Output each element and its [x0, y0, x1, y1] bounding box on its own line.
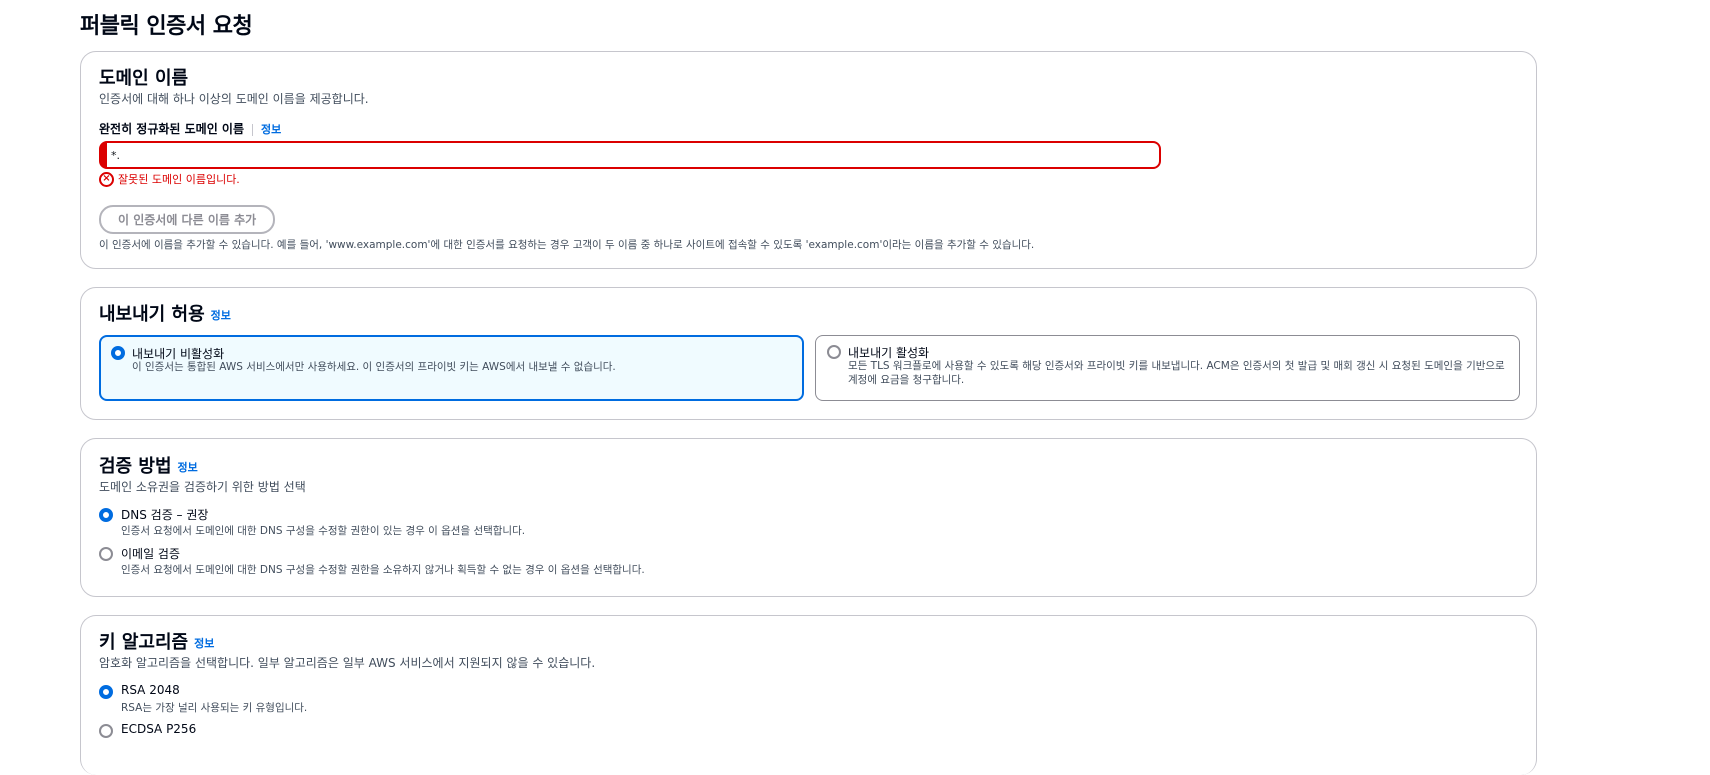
- request-public-certificate-page: 퍼블릭 인증서 요청 도메인 이름 인증서에 대해 하나 이상의 도메인 이름을…: [0, 0, 1710, 775]
- domain-name-heading: 도메인 이름: [99, 68, 189, 89]
- domain-error-text: 잘못된 도메인 이름입니다.: [118, 173, 240, 186]
- add-name-help-text: 이 인증서에 이름을 추가할 수 있습니다. 예를 들어, 'www.examp…: [99, 239, 1035, 251]
- fqdn-info-link[interactable]: 정보: [261, 123, 281, 136]
- error-circle-icon: ×: [99, 171, 114, 187]
- label-separator: [252, 123, 254, 136]
- rsa-2048-title[interactable]: RSA 2048: [121, 683, 180, 697]
- validation-method-heading-text: 검증 방법: [99, 456, 172, 477]
- export-enable-radio[interactable]: [827, 345, 841, 359]
- email-validation-radio[interactable]: [99, 547, 113, 561]
- key-algorithm-panel: 키 알고리즘 정보 암호화 알고리즘을 선택합니다. 일부 알고리즘은 일부 AW…: [80, 615, 1537, 775]
- allow-export-panel: 내보내기 허용 정보 내보내기 비활성화 이 인증서는 통합된 AWS 서비스에서…: [80, 287, 1537, 420]
- domain-error-message: × 잘못된 도메인 이름입니다.: [99, 171, 240, 187]
- allow-export-heading: 내보내기 허용 정보: [99, 300, 231, 326]
- key-algorithm-description: 암호화 알고리즘을 선택합니다. 일부 알고리즘은 일부 AWS 서비스에서 지…: [99, 656, 596, 670]
- key-algorithm-heading: 키 알고리즘 정보: [99, 628, 214, 654]
- key-algorithm-info-link[interactable]: 정보: [194, 637, 214, 650]
- rsa-2048-radio[interactable]: [99, 685, 113, 699]
- ecdsa-p256-radio[interactable]: [99, 724, 113, 738]
- fqdn-label-text: 완전히 정규화된 도메인 이름: [99, 122, 245, 136]
- domain-name-description: 인증서에 대해 하나 이상의 도메인 이름을 제공합니다.: [99, 92, 369, 106]
- allow-export-info-link[interactable]: 정보: [211, 309, 231, 322]
- add-another-name-button[interactable]: 이 인증서에 다른 이름 추가: [99, 205, 276, 234]
- export-disable-tile[interactable]: 내보내기 비활성화 이 인증서는 통합된 AWS 서비스에서만 사용하세요. 이…: [99, 335, 804, 401]
- rsa-2048-description: RSA는 가장 널리 사용되는 키 유형입니다.: [121, 702, 308, 714]
- validation-method-heading: 검증 방법 정보: [99, 452, 198, 478]
- page-title: 퍼블릭 인증서 요청: [80, 14, 253, 39]
- export-enable-tile[interactable]: 내보내기 활성화 모든 TLS 워크플로에 사용할 수 있도록 해당 인증서와 …: [815, 335, 1520, 401]
- dns-validation-title[interactable]: DNS 검증 – 권장: [121, 506, 208, 523]
- email-validation-description: 인증서 요청에서 도메인에 대한 DNS 구성을 수정할 권한을 소유하지 않거…: [121, 564, 645, 576]
- key-algorithm-heading-text: 키 알고리즘: [99, 632, 189, 653]
- validation-info-link[interactable]: 정보: [178, 461, 198, 474]
- email-validation-title[interactable]: 이메일 검증: [121, 545, 180, 562]
- validation-method-description: 도메인 소유권을 검증하기 위한 방법 선택: [99, 480, 306, 494]
- dns-validation-radio[interactable]: [99, 508, 113, 522]
- ecdsa-p256-title[interactable]: ECDSA P256: [121, 722, 196, 736]
- allow-export-heading-text: 내보내기 허용: [99, 304, 205, 325]
- validation-method-panel: 검증 방법 정보 도메인 소유권을 검증하기 위한 방법 선택 DNS 검증 – …: [80, 438, 1537, 597]
- export-disable-description: 이 인증서는 통합된 AWS 서비스에서만 사용하세요. 이 인증서의 프라이빗…: [132, 361, 616, 373]
- export-disable-radio[interactable]: [111, 346, 125, 360]
- dns-validation-description: 인증서 요청에서 도메인에 대한 DNS 구성을 수정할 권한이 있는 경우 이…: [121, 525, 526, 537]
- fqdn-label: 완전히 정규화된 도메인 이름 정보: [99, 120, 281, 137]
- fqdn-input[interactable]: [99, 141, 1161, 169]
- domain-name-panel: 도메인 이름 인증서에 대해 하나 이상의 도메인 이름을 제공합니다. 완전히…: [80, 51, 1537, 269]
- export-enable-description: 모든 TLS 워크플로에 사용할 수 있도록 해당 인증서와 프라이빗 키를 내…: [848, 360, 1505, 386]
